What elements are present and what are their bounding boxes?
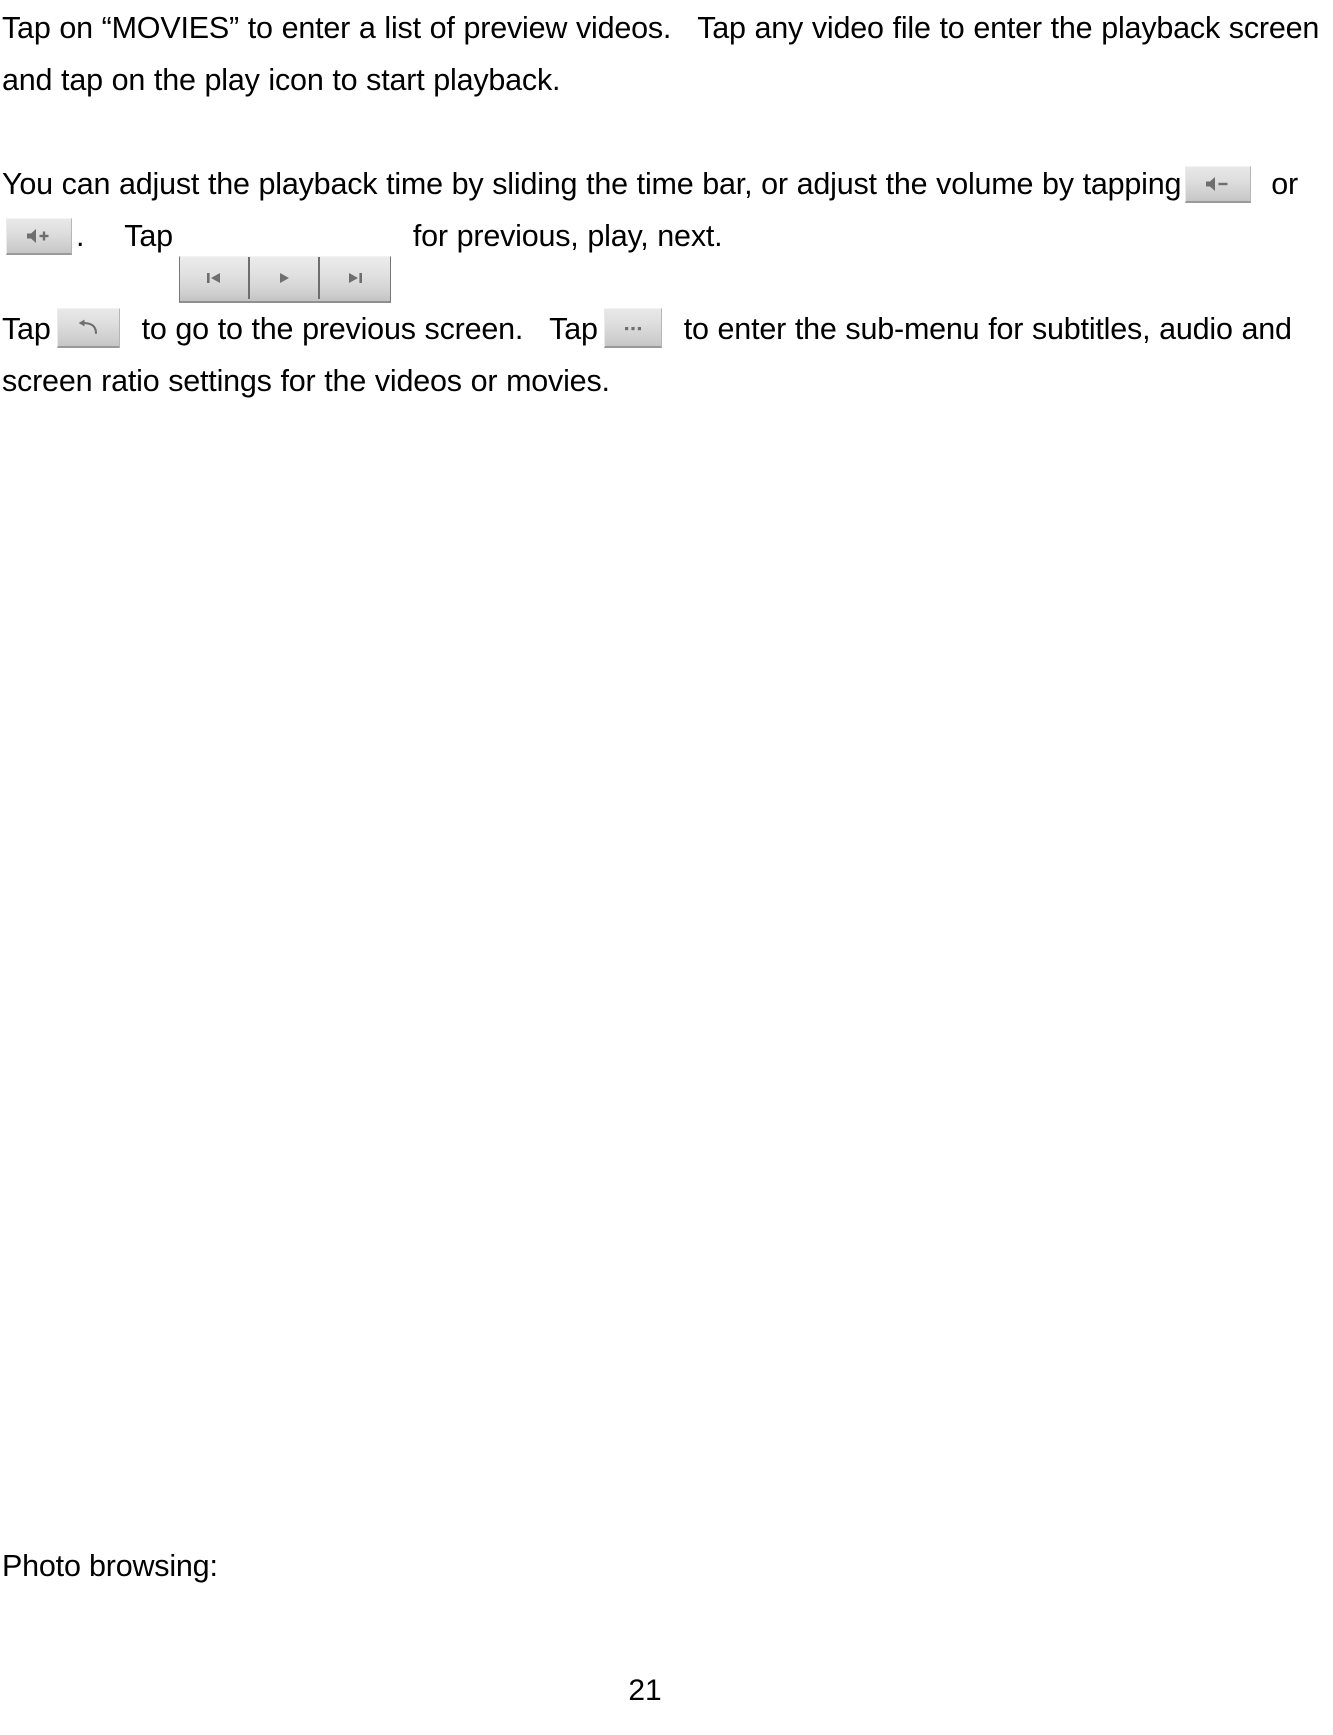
paragraph-2-segment-1: You can adjust the playback time by slid… (2, 167, 1182, 201)
manual-page: Tap on “MOVIES” to enter a list of previ… (0, 0, 1333, 1735)
paragraph-1-sentence-1: Tap on “MOVIES” to enter a list of previ… (2, 11, 672, 45)
volume-down-icon[interactable] (1185, 166, 1252, 203)
paragraph-2-segment-5: for previous, play, next. (412, 219, 723, 253)
media-controls-group[interactable] (178, 256, 391, 303)
page-content: Tap on “MOVIES” to enter a list of previ… (0, 0, 1333, 407)
paragraph-2-segment-8: Tap (549, 312, 598, 346)
play-icon[interactable] (249, 257, 320, 299)
paragraph-2-segment-2: or (1271, 167, 1299, 201)
paragraph-2-segment-4: Tap (124, 219, 173, 253)
more-options-icon[interactable] (603, 308, 662, 348)
paragraph-movies-intro: Tap on “MOVIES” to enter a list of previ… (2, 0, 1331, 106)
paragraph-playback-controls: You can adjust the playback time by slid… (2, 158, 1331, 407)
volume-up-icon[interactable] (6, 218, 72, 255)
photo-browsing-heading: Photo browsing: (2, 1549, 218, 1583)
paragraph-2-segment-3: . (76, 219, 85, 253)
next-track-icon[interactable] (319, 257, 390, 299)
page-number: 21 (628, 1674, 662, 1707)
back-arrow-icon[interactable] (56, 308, 120, 348)
paragraph-2-segment-6: Tap (2, 312, 51, 346)
previous-track-icon[interactable] (179, 257, 250, 299)
paragraph-2-segment-7: to go to the previous screen. (141, 312, 524, 346)
